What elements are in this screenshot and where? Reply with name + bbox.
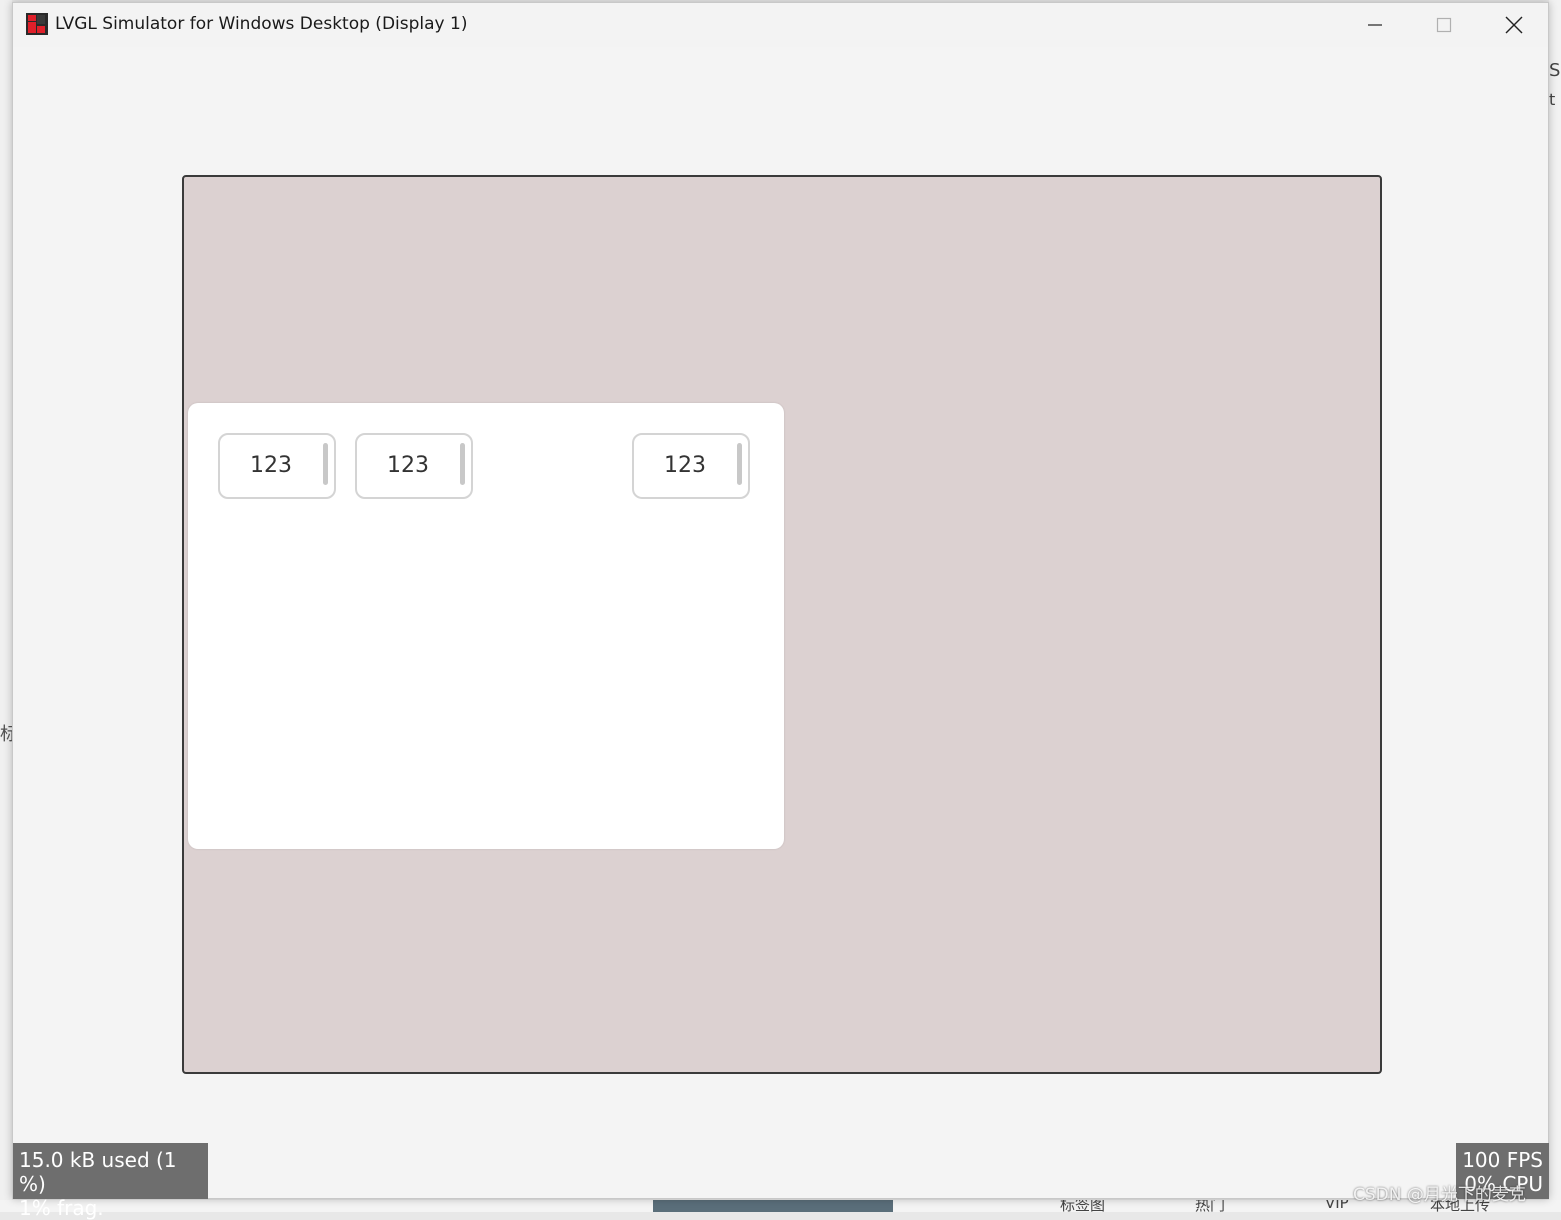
background-tab: 标签图: [1060, 1200, 1106, 1212]
background-right-text: S: [1549, 60, 1561, 81]
lvgl-app-icon: [26, 13, 48, 35]
title-bar[interactable]: LVGL Simulator for Windows Desktop (Disp…: [13, 3, 1548, 47]
background-taskbar-strip: 标签图 热门 VIP 本地上传: [0, 1200, 1561, 1212]
close-button[interactable]: [1480, 3, 1548, 47]
maximize-icon: [1436, 17, 1452, 33]
background-left-strip: [0, 0, 12, 1212]
background-tab: VIP: [1325, 1200, 1349, 1212]
background-image-strip: [653, 1200, 893, 1212]
spinbox-1[interactable]: 123: [218, 433, 336, 499]
watermark: CSDN @月光下的麦克: [1353, 1185, 1526, 1205]
minimize-icon: [1368, 24, 1382, 26]
container-panel[interactable]: 123 123 123: [188, 403, 784, 849]
window-title: LVGL Simulator for Windows Desktop (Disp…: [55, 14, 468, 34]
minimize-button[interactable]: [1341, 3, 1409, 47]
spinbox-cursor: [323, 443, 328, 485]
fps-text: 100 FPS: [1462, 1148, 1543, 1172]
maximize-button[interactable]: [1410, 3, 1478, 47]
background-tab: 热门: [1195, 1200, 1226, 1212]
spinbox-cursor: [460, 443, 465, 485]
background-right-text-2: t: [1549, 90, 1556, 109]
spinbox-cursor: [737, 443, 742, 485]
lvgl-display[interactable]: 123 123 123: [182, 175, 1382, 1074]
spinbox-3[interactable]: 123: [632, 433, 750, 499]
memory-used-text: 15.0 kB used (1 %): [19, 1148, 177, 1196]
close-icon: [1505, 16, 1523, 34]
spinbox-value: 123: [664, 453, 706, 478]
spinbox-2[interactable]: 123: [355, 433, 473, 499]
spinbox-value: 123: [250, 453, 292, 478]
memory-frag-text: 1% frag.: [19, 1196, 104, 1220]
simulator-window: LVGL Simulator for Windows Desktop (Disp…: [12, 2, 1549, 1220]
memory-monitor: 15.0 kB used (1 %) 1% frag.: [13, 1143, 208, 1220]
background-right-strip: [1549, 0, 1561, 1212]
spinbox-value: 123: [387, 453, 429, 478]
